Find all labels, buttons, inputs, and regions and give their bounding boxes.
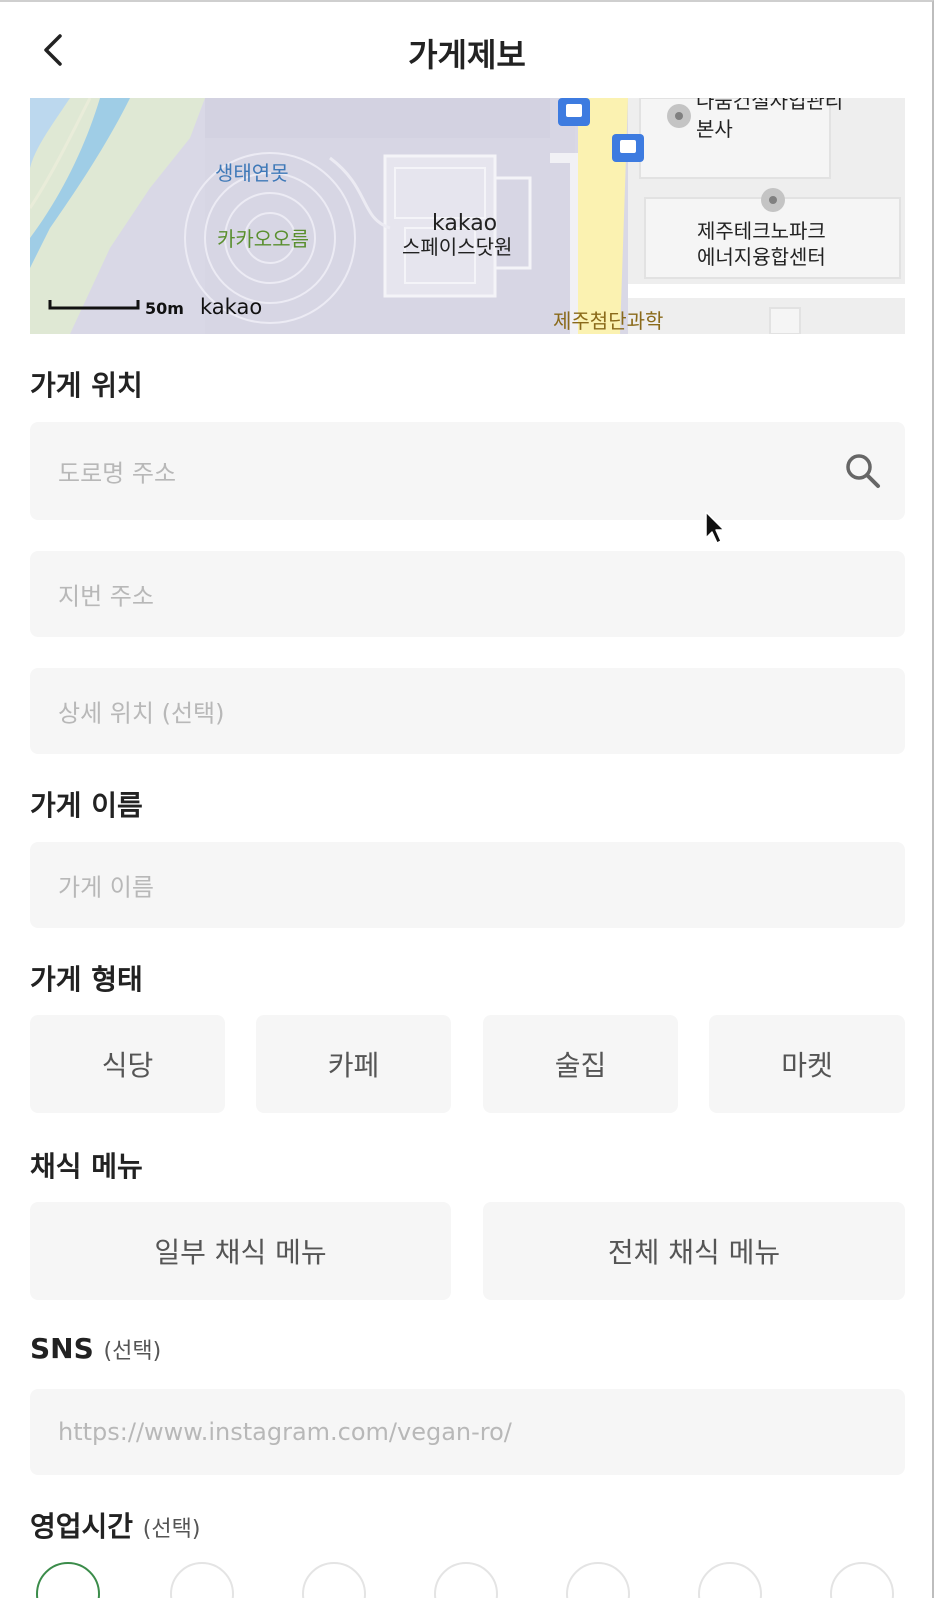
road-address-input[interactable]: 도로명 주소: [30, 422, 905, 520]
sns-section-title: SNS (선택): [30, 1332, 161, 1365]
type-option-restaurant[interactable]: 식당: [30, 1015, 225, 1113]
sns-url-placeholder: https://www.instagram.com/vegan-ro/: [58, 1418, 512, 1446]
vegan-option-partial[interactable]: 일부 채식 메뉴: [30, 1202, 451, 1300]
location-section-title: 가게 위치: [30, 369, 143, 402]
map-label-energy-1: 제주테크노파크: [697, 219, 826, 243]
app-screen: 가게제보 생태연못 카카오오름 kakao 스페이스닷원 나눔건설사업관리 본사…: [0, 0, 934, 1598]
type-option-cafe[interactable]: 카페: [256, 1015, 451, 1113]
store-name-section-title: 가게 이름: [30, 789, 143, 822]
sns-title-text: SNS: [30, 1332, 94, 1365]
sns-optional-label: (선택): [103, 1339, 162, 1364]
hours-title-text: 영업시간: [30, 1510, 134, 1543]
vegan-menu-section-title: 채식 메뉴: [30, 1150, 143, 1183]
lot-address-placeholder: 지번 주소: [58, 582, 154, 611]
hours-optional-label: (선택): [142, 1517, 201, 1542]
vegan-option-label: 일부 채식 메뉴: [154, 1236, 327, 1269]
map-label-hill: 카카오오름: [217, 227, 309, 251]
map-label-building-1: kakao: [432, 211, 497, 236]
type-option-label: 술집: [554, 1049, 607, 1082]
store-type-section-title: 가게 형태: [30, 963, 143, 996]
vegan-option-full[interactable]: 전체 채식 메뉴: [483, 1202, 905, 1300]
type-option-label: 마켓: [781, 1049, 833, 1082]
map-label-pond: 생태연못: [215, 161, 289, 185]
type-option-label: 카페: [327, 1049, 380, 1082]
day-toggle[interactable]: [434, 1562, 498, 1598]
type-option-bar[interactable]: 술집: [483, 1015, 678, 1113]
weekday-selector: [30, 1558, 905, 1598]
vegan-option-label: 전체 채식 메뉴: [607, 1236, 781, 1269]
day-toggle[interactable]: [170, 1562, 234, 1598]
sns-url-input[interactable]: https://www.instagram.com/vegan-ro/: [30, 1389, 905, 1475]
day-toggle[interactable]: [566, 1562, 630, 1598]
store-name-input[interactable]: 가게 이름: [30, 842, 905, 928]
hours-section-title: 영업시간 (선택): [30, 1505, 200, 1545]
day-toggle[interactable]: [302, 1562, 366, 1598]
mouse-cursor-icon: [705, 511, 725, 544]
detail-location-input[interactable]: 상세 위치 (선택): [30, 668, 905, 754]
day-toggle[interactable]: [698, 1562, 762, 1598]
page-margin: [936, 0, 952, 1598]
type-option-market[interactable]: 마켓: [709, 1015, 905, 1113]
map-label-building-2: 스페이스닷원: [402, 235, 512, 259]
top-bar: 가게제보: [0, 2, 932, 98]
lot-address-input[interactable]: 지번 주소: [30, 551, 905, 637]
map-label-street: 제주첨단과학: [553, 309, 663, 333]
page-title: 가게제보: [408, 36, 526, 74]
store-name-placeholder: 가게 이름: [58, 873, 154, 902]
map-logo: kakao: [200, 295, 262, 319]
road-address-placeholder: 도로명 주소: [58, 459, 177, 488]
type-option-label: 식당: [101, 1049, 154, 1082]
detail-location-placeholder: 상세 위치 (선택): [58, 699, 225, 728]
day-toggle[interactable]: [830, 1562, 894, 1598]
map-label-org-2: 본사: [696, 117, 733, 141]
location-map[interactable]: 생태연못 카카오오름 kakao 스페이스닷원 나눔건설사업관리 본사 제주테크…: [30, 98, 905, 334]
map-label-energy-2: 에너지융합센터: [697, 245, 826, 269]
map-label-org-1: 나눔건설사업관리: [696, 98, 843, 113]
map-scale-label: 50m: [145, 299, 184, 318]
map-canvas: 생태연못 카카오오름 kakao 스페이스닷원 나눔건설사업관리 본사 제주테크…: [30, 98, 905, 334]
search-icon[interactable]: [843, 451, 883, 491]
day-toggle[interactable]: [36, 1562, 100, 1598]
